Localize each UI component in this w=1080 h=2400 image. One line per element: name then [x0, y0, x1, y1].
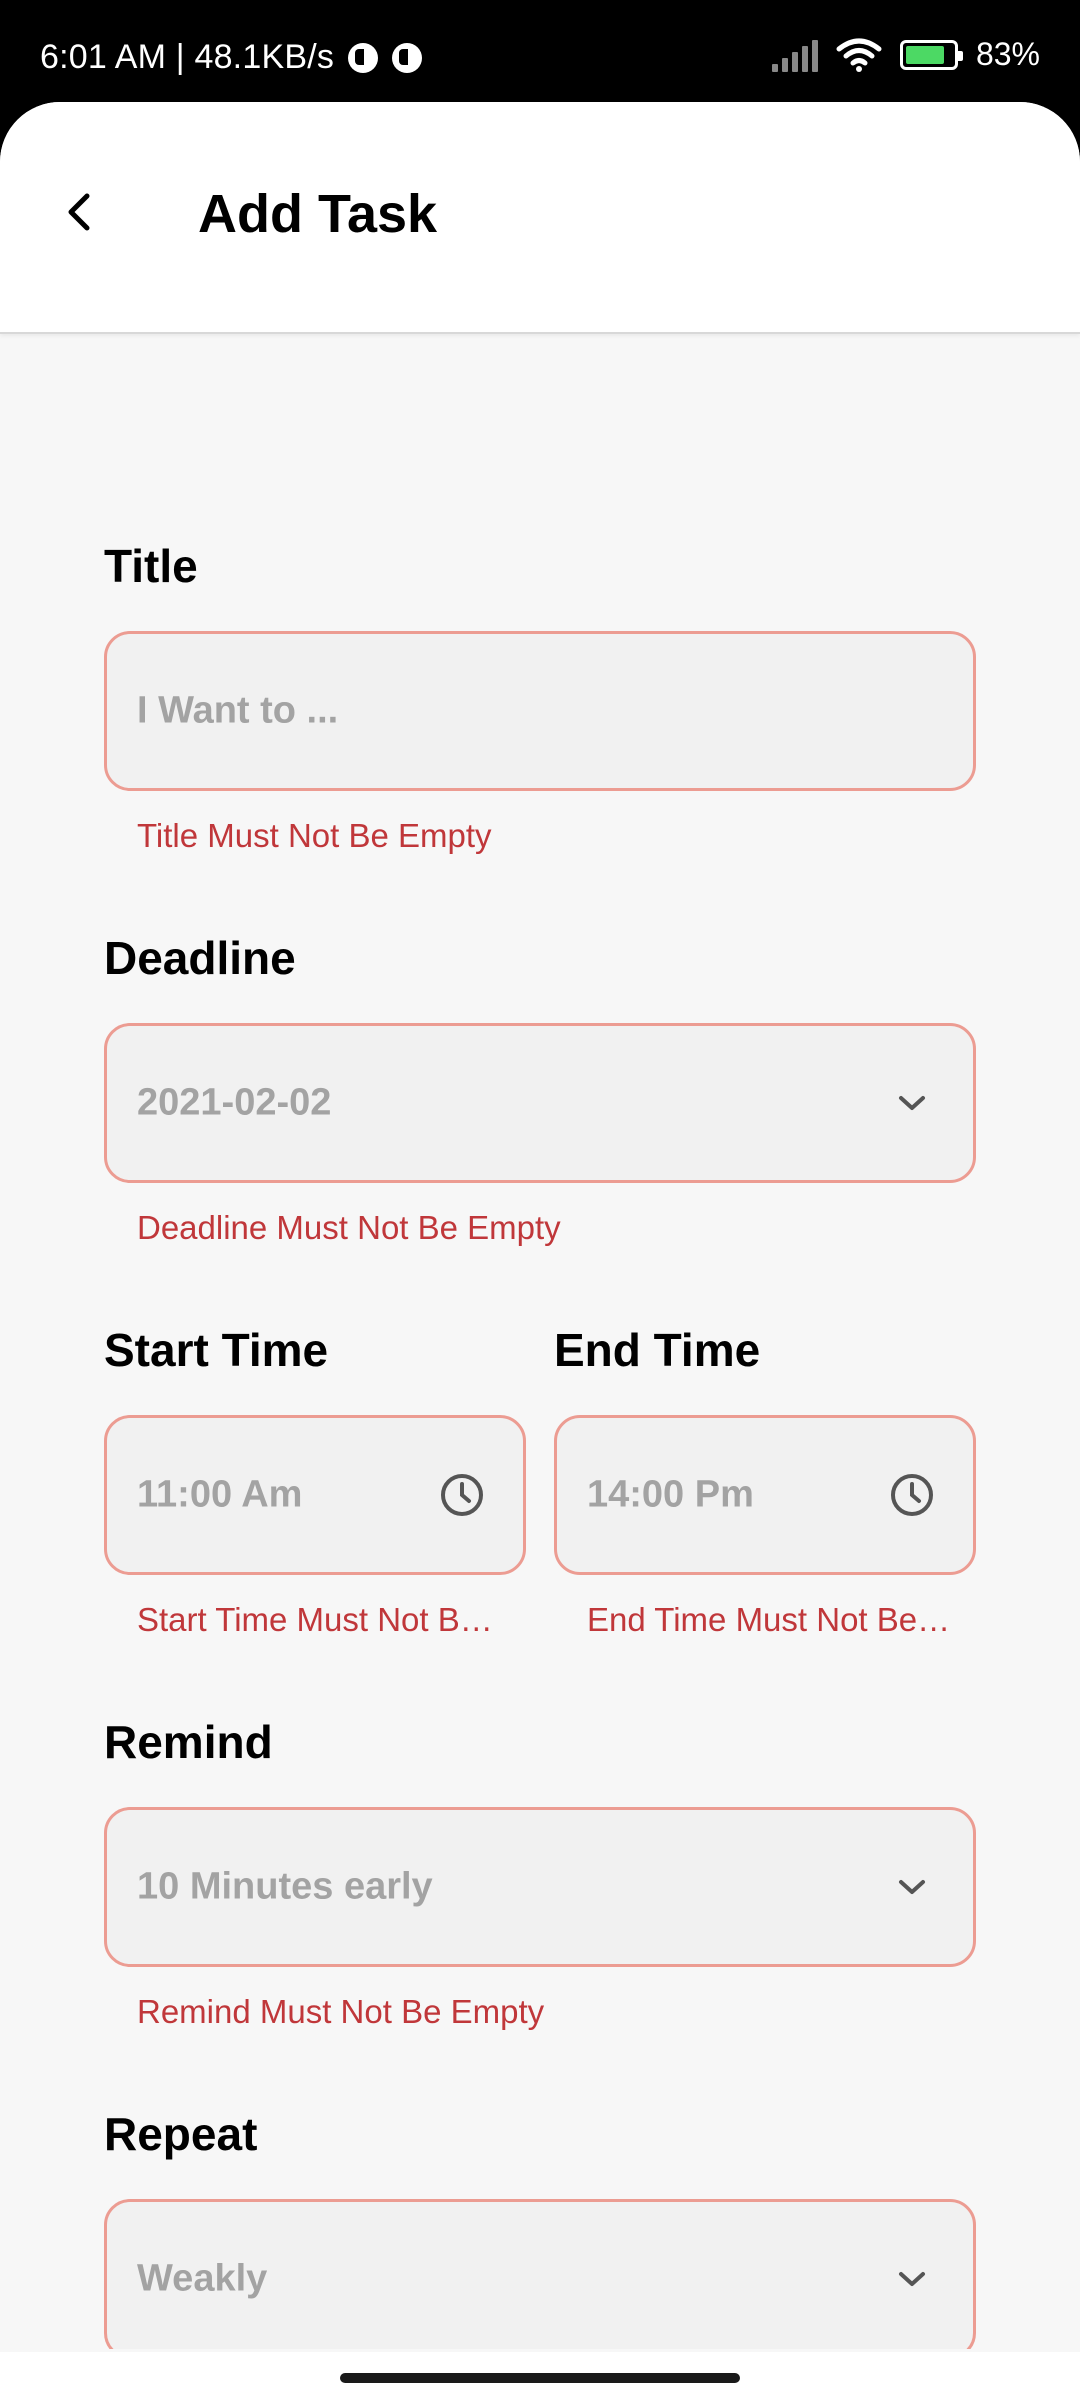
chevron-down-icon: [889, 2256, 935, 2302]
remind-value: 10 Minutes early: [137, 1865, 433, 1908]
status-right: 83%: [771, 36, 1040, 73]
status-bar: 6:01 AM | 48.1KB/s 83%: [0, 0, 1080, 110]
app-sheet: Add Task Title I Want to ... Title Must …: [0, 102, 1080, 2400]
chevron-left-icon: [68, 193, 90, 231]
status-time-speed: 6:01 AM | 48.1KB/s: [40, 38, 335, 76]
title-error: Title Must Not Be Empty: [137, 817, 492, 854]
start-time-label: Start Time: [104, 1324, 329, 1376]
start-time-error: Start Time Must Not B…: [137, 1601, 493, 1638]
clock-icon: [889, 1472, 935, 1518]
signal-icon: [771, 38, 818, 72]
end-time-label: End Time: [554, 1324, 761, 1376]
end-time-picker[interactable]: 14:00 Pm: [554, 1415, 976, 1575]
home-indicator[interactable]: [340, 2373, 740, 2383]
title-label: Title: [104, 540, 198, 592]
title-input[interactable]: I Want to ...: [104, 631, 976, 791]
deadline-label: Deadline: [104, 932, 296, 984]
start-time-picker[interactable]: 11:00 Am: [104, 1415, 526, 1575]
clock-icon: [439, 1472, 485, 1518]
deadline-value: 2021-02-02: [137, 1081, 332, 1124]
app-notification-icon: [348, 42, 379, 73]
screen: 6:01 AM | 48.1KB/s 83% Add Task Title I …: [0, 0, 1080, 2400]
deadline-error: Deadline Must Not Be Empty: [137, 1209, 561, 1246]
battery-charging-icon: [899, 39, 963, 70]
end-time-error: End Time Must Not Be…: [587, 1601, 951, 1638]
app-header: Add Task: [0, 102, 1080, 334]
end-time-value: 14:00 Pm: [587, 1473, 754, 1516]
page-title: Add Task: [198, 184, 438, 244]
chevron-down-icon: [889, 1080, 935, 1126]
deadline-dropdown[interactable]: 2021-02-02: [104, 1023, 976, 1183]
start-time-value: 11:00 Am: [137, 1473, 303, 1516]
repeat-dropdown[interactable]: Weakly: [104, 2199, 976, 2349]
repeat-clip: Weakly: [104, 2199, 976, 2349]
wifi-icon: [836, 38, 882, 72]
repeat-value: Weakly: [137, 2257, 268, 2300]
repeat-label: Repeat: [104, 2108, 258, 2160]
chevron-down-icon: [889, 1864, 935, 1910]
remind-dropdown[interactable]: 10 Minutes early: [104, 1807, 976, 1967]
back-button[interactable]: [48, 180, 112, 244]
title-placeholder: I Want to ...: [137, 689, 339, 732]
remind-error: Remind Must Not Be Empty: [137, 1993, 545, 2030]
remind-label: Remind: [104, 1716, 273, 1768]
app-notification-icon: [392, 42, 423, 73]
status-left: 6:01 AM | 48.1KB/s: [40, 38, 423, 77]
battery-percent: 83%: [975, 36, 1040, 72]
